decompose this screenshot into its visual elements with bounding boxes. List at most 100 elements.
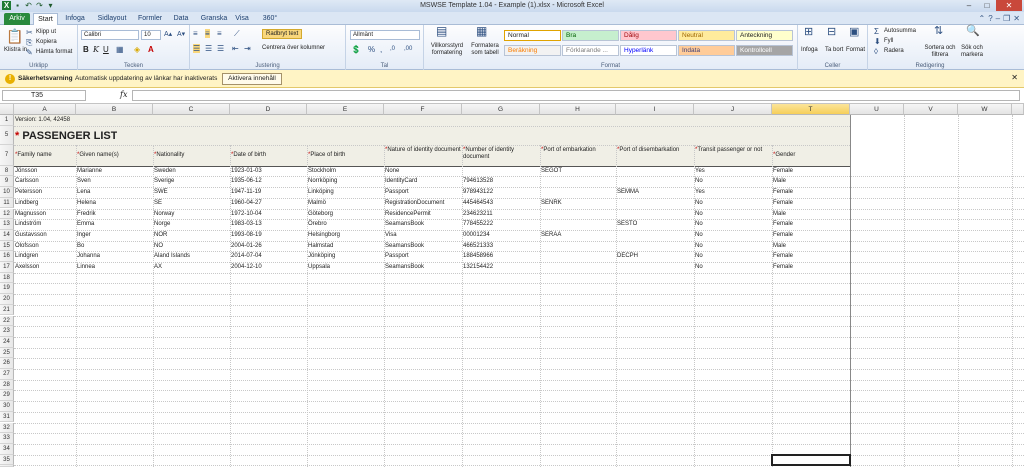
tab-data[interactable]: Data bbox=[171, 13, 191, 25]
formula-input[interactable] bbox=[132, 90, 1020, 101]
data-cell[interactable]: Bo bbox=[76, 241, 153, 252]
row-header[interactable]: 16 bbox=[0, 251, 14, 262]
data-cell[interactable]: SE bbox=[153, 198, 230, 209]
font-color-icon[interactable]: A bbox=[148, 45, 154, 54]
column-header-j[interactable]: J bbox=[694, 104, 772, 115]
row-header[interactable]: 23 bbox=[0, 326, 14, 337]
maximize-icon[interactable]: □ bbox=[978, 0, 996, 11]
conditional-format-button[interactable]: Villkorsstyrd formatering bbox=[427, 43, 467, 57]
column-title-8[interactable]: *Port of embarkation bbox=[540, 145, 616, 166]
data-cell[interactable]: No bbox=[694, 262, 772, 273]
format-cells-icon[interactable]: ▣ bbox=[849, 27, 859, 38]
tab-formulas[interactable]: Formler bbox=[136, 13, 164, 25]
data-cell[interactable]: 1923-01-03 bbox=[230, 166, 307, 177]
column-header-h[interactable]: H bbox=[540, 104, 616, 115]
column-title-5[interactable]: *Place of birth bbox=[307, 145, 384, 166]
cell-style-6[interactable]: Beräkning bbox=[504, 45, 561, 56]
data-cell[interactable] bbox=[616, 230, 694, 241]
data-cell[interactable]: No bbox=[694, 219, 772, 230]
data-cell[interactable]: Jönköping bbox=[307, 251, 384, 262]
align-right-icon[interactable]: ☰ bbox=[217, 44, 224, 53]
data-cell[interactable]: Norway bbox=[153, 209, 230, 220]
format-painter-button[interactable]: Hämta format bbox=[36, 49, 72, 55]
wrap-text-button[interactable]: Radbryt text bbox=[262, 29, 303, 39]
data-cell[interactable]: Linköping bbox=[307, 187, 384, 198]
data-cell[interactable]: No bbox=[694, 251, 772, 262]
data-cell[interactable]: SEGOT bbox=[540, 166, 616, 177]
close-workbook-icon[interactable]: ✕ bbox=[1013, 14, 1020, 23]
data-cell[interactable]: Female bbox=[772, 219, 850, 230]
data-cell[interactable]: Male bbox=[772, 176, 850, 187]
data-cell[interactable]: Sweden bbox=[153, 166, 230, 177]
conditional-format-icon[interactable]: ▤ bbox=[436, 25, 447, 37]
column-header-g[interactable]: G bbox=[462, 104, 540, 115]
data-cell[interactable]: 794613528 bbox=[462, 176, 540, 187]
column-header-d[interactable]: D bbox=[230, 104, 307, 115]
tab-file[interactable]: Arkiv bbox=[4, 13, 30, 25]
data-cell[interactable] bbox=[616, 241, 694, 252]
row-header[interactable]: 32 bbox=[0, 422, 14, 434]
border-icon[interactable]: ▦ bbox=[116, 45, 124, 54]
data-cell[interactable]: Yes bbox=[694, 187, 772, 198]
minimize-ribbon-icon[interactable]: ⌃ bbox=[979, 14, 986, 23]
row-header[interactable]: 26 bbox=[0, 358, 14, 369]
cell-style-8[interactable]: Hyperlänk bbox=[620, 45, 677, 56]
data-cell[interactable]: 466521333 bbox=[462, 241, 540, 252]
cell-style-7[interactable]: Förklarande ... bbox=[562, 45, 619, 56]
data-cell[interactable]: 1935-06-12 bbox=[230, 176, 307, 187]
restore-workbook-icon[interactable]: ❐ bbox=[1003, 14, 1010, 23]
data-cell[interactable]: No bbox=[694, 209, 772, 220]
data-cell[interactable]: 1993-08-19 bbox=[230, 230, 307, 241]
align-left-icon[interactable]: ☰ bbox=[193, 44, 201, 53]
format-cells-button[interactable]: Format bbox=[846, 47, 865, 53]
delete-cells-icon[interactable]: ⊟ bbox=[827, 27, 836, 38]
data-cell[interactable]: DECPH bbox=[616, 251, 694, 262]
data-cell[interactable]: Norrköping bbox=[307, 176, 384, 187]
enable-content-button[interactable]: Aktivera innehåll bbox=[222, 73, 282, 85]
row-header[interactable]: 5 bbox=[0, 125, 14, 145]
data-cell[interactable] bbox=[462, 166, 540, 177]
data-cell[interactable]: Fredrik bbox=[76, 209, 153, 220]
increase-decimal-icon[interactable]: ,0 bbox=[390, 45, 395, 54]
fill-button[interactable]: Fyll bbox=[884, 38, 893, 44]
column-header-u[interactable]: U bbox=[850, 104, 904, 115]
close-message-icon[interactable]: ✕ bbox=[1011, 73, 1018, 82]
sort-filter-button[interactable]: Sortera och filtrera bbox=[924, 45, 956, 59]
data-cell[interactable]: 2004-01-26 bbox=[230, 241, 307, 252]
underline-icon[interactable]: U bbox=[103, 45, 109, 54]
data-cell[interactable]: Malmö bbox=[307, 198, 384, 209]
data-cell[interactable]: Aland Islands bbox=[153, 251, 230, 262]
insert-cells-button[interactable]: Infoga bbox=[801, 47, 818, 53]
data-cell[interactable]: Marianne bbox=[76, 166, 153, 177]
data-cell[interactable]: 2004-12-10 bbox=[230, 262, 307, 273]
data-cell[interactable] bbox=[540, 187, 616, 198]
spreadsheet-grid[interactable]: A B C D E F G H I J T U V W 1 5 7 8 9 10 11 12 13 14 15 16 17 18 19 2… bbox=[0, 104, 1024, 467]
row-header[interactable]: 11 bbox=[0, 197, 14, 209]
copy-button[interactable]: Kopiera bbox=[36, 39, 57, 45]
row-header[interactable]: 24 bbox=[0, 336, 14, 348]
data-cell[interactable]: No bbox=[694, 198, 772, 209]
data-cell[interactable]: Helena bbox=[76, 198, 153, 209]
data-cell[interactable]: SERAA bbox=[540, 230, 616, 241]
data-cell[interactable]: SEMMA bbox=[616, 187, 694, 198]
data-cell[interactable]: Male bbox=[772, 241, 850, 252]
data-cell[interactable]: Visa bbox=[384, 230, 462, 241]
data-cell[interactable]: Helsingborg bbox=[307, 230, 384, 241]
data-cell[interactable]: Emma bbox=[76, 219, 153, 230]
data-cell[interactable]: Female bbox=[772, 187, 850, 198]
font-name-select[interactable]: Calibri bbox=[81, 30, 139, 40]
data-cell[interactable]: NO bbox=[153, 241, 230, 252]
row-header[interactable]: 14 bbox=[0, 229, 14, 241]
data-cell[interactable]: 1947-11-19 bbox=[230, 187, 307, 198]
column-title-11[interactable]: *Gender bbox=[772, 145, 850, 166]
data-cell[interactable]: Lena bbox=[76, 187, 153, 198]
data-cell[interactable]: No bbox=[694, 176, 772, 187]
column-title-6[interactable]: *Nature of identity document bbox=[384, 145, 462, 166]
data-cell[interactable]: 445464543 bbox=[462, 198, 540, 209]
data-cell[interactable]: Carlsson bbox=[14, 176, 76, 187]
increase-indent-icon[interactable]: ⇥ bbox=[244, 44, 251, 53]
data-cell[interactable] bbox=[540, 209, 616, 220]
data-cell[interactable]: Passport bbox=[384, 251, 462, 262]
find-select-button[interactable]: Sök och markera bbox=[956, 45, 988, 59]
merge-center-button[interactable]: Centrera över kolumner bbox=[262, 45, 325, 51]
